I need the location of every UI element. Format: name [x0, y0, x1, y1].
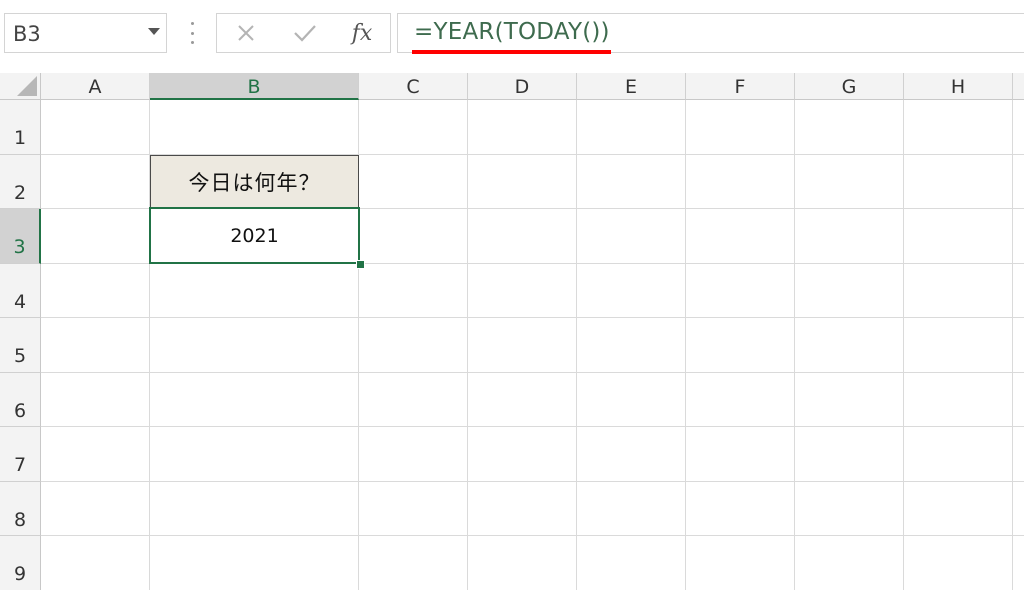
column-header-b[interactable]: B [150, 73, 359, 100]
more-options-icon[interactable] [190, 22, 194, 44]
row-header-4[interactable]: 4 [0, 264, 41, 318]
column-header-partial[interactable] [1013, 73, 1024, 100]
name-box[interactable]: B3 [4, 13, 167, 53]
row-header-6[interactable]: 6 [0, 373, 41, 427]
row-header-2[interactable]: 2 [0, 155, 41, 209]
column-headers: A B C D E F G H [41, 73, 1024, 100]
column-header-h[interactable]: H [904, 73, 1013, 100]
check-icon[interactable] [290, 18, 320, 48]
spreadsheet-grid: A B C D E F G H 1 2 3 4 5 6 7 8 9 今日は何年？… [0, 73, 1024, 590]
cell-b2[interactable]: 今日は何年？ [150, 155, 359, 209]
fill-handle[interactable] [356, 260, 365, 269]
row-header-1[interactable]: 1 [0, 100, 41, 155]
formula-buttons: fx [216, 13, 391, 53]
formula-bar: B3 fx =YEAR(TODAY()) [0, 0, 1024, 70]
fx-icon[interactable]: fx [347, 18, 377, 48]
row-header-7[interactable]: 7 [0, 427, 41, 482]
column-header-e[interactable]: E [577, 73, 686, 100]
column-header-d[interactable]: D [468, 73, 577, 100]
row-headers: 1 2 3 4 5 6 7 8 9 [0, 100, 41, 590]
row-header-9[interactable]: 9 [0, 536, 41, 590]
column-header-a[interactable]: A [41, 73, 150, 100]
column-header-c[interactable]: C [359, 73, 468, 100]
formula-input[interactable]: =YEAR(TODAY()) [397, 13, 1024, 53]
row-header-8[interactable]: 8 [0, 482, 41, 536]
formula-text: =YEAR(TODAY()) [414, 19, 610, 45]
chevron-down-icon[interactable] [148, 28, 160, 35]
select-all-triangle-icon [17, 76, 37, 96]
column-header-g[interactable]: G [795, 73, 904, 100]
close-icon[interactable] [231, 18, 261, 48]
cell-b3-selected[interactable]: 2021 [149, 207, 360, 264]
column-header-f[interactable]: F [686, 73, 795, 100]
name-box-value: B3 [13, 22, 41, 46]
formula-underline [412, 50, 611, 54]
row-header-5[interactable]: 5 [0, 318, 41, 373]
select-all-button[interactable] [0, 73, 41, 100]
row-header-3[interactable]: 3 [0, 209, 41, 264]
cell-area[interactable]: 今日は何年？ 2021 [41, 100, 1024, 590]
